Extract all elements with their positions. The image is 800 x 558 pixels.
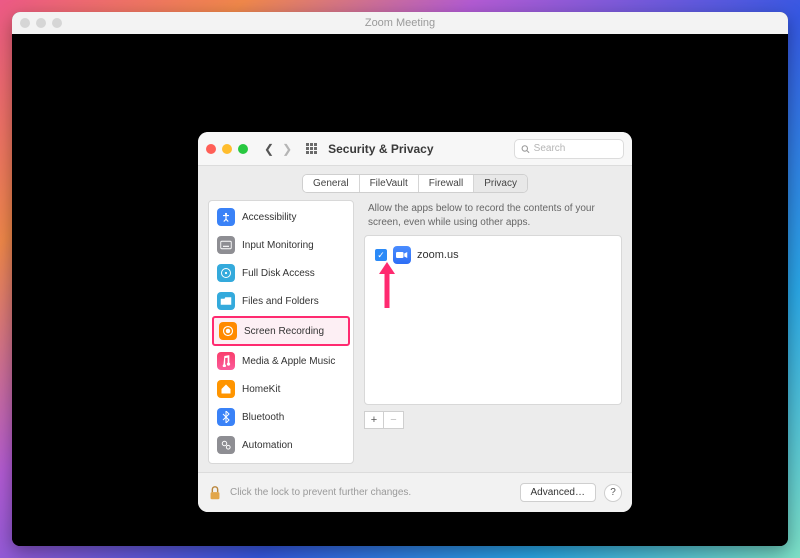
- annotation-arrow-icon: [375, 260, 399, 310]
- help-button[interactable]: ?: [604, 484, 622, 502]
- search-field-wrap[interactable]: [514, 139, 624, 159]
- detail-column: Allow the apps below to record the conte…: [364, 200, 622, 464]
- tabs-row: General FileVault Firewall Privacy: [198, 166, 632, 200]
- record-icon: [219, 322, 237, 340]
- sidebar-item-label: Screen Recording: [244, 326, 324, 337]
- preferences-footer: Click the lock to prevent further change…: [198, 472, 632, 512]
- app-row-zoom[interactable]: ✓ zoom.us: [371, 242, 615, 268]
- sidebar-item-label: HomeKit: [242, 384, 280, 395]
- sidebar-item-input-monitoring[interactable]: Input Monitoring: [209, 231, 353, 259]
- home-icon: [217, 380, 235, 398]
- close-icon[interactable]: [206, 144, 216, 154]
- preferences-window: ❮ ❯ Security & Privacy General FileVau: [198, 132, 632, 512]
- accessibility-icon: [217, 208, 235, 226]
- search-icon: [521, 144, 530, 154]
- sidebar-item-label: Full Disk Access: [242, 268, 315, 279]
- sidebar-item-automation[interactable]: Automation: [209, 431, 353, 459]
- tab-filevault[interactable]: FileVault: [360, 175, 419, 192]
- tab-privacy[interactable]: Privacy: [474, 175, 527, 192]
- add-remove-buttons: + −: [364, 411, 622, 429]
- sidebar-item-label: Automation: [242, 440, 293, 451]
- preferences-title: Security & Privacy: [328, 142, 433, 156]
- folder-icon: [217, 292, 235, 310]
- app-list[interactable]: ✓ zoom.us: [364, 235, 622, 405]
- sidebar-item-label: Bluetooth: [242, 412, 284, 423]
- show-all-icon[interactable]: [304, 142, 318, 156]
- sidebar-item-full-disk-access[interactable]: Full Disk Access: [209, 259, 353, 287]
- zoom-body: ❮ ❯ Security & Privacy General FileVau: [12, 34, 788, 546]
- privacy-sidebar[interactable]: Accessibility Input Monitoring: [208, 200, 354, 464]
- bluetooth-icon: [217, 408, 235, 426]
- disk-icon: [217, 264, 235, 282]
- nav-arrows: ❮ ❯: [262, 140, 294, 158]
- sidebar-item-label: Media & Apple Music: [242, 356, 335, 367]
- music-icon: [217, 352, 235, 370]
- sidebar-item-media-music[interactable]: Media & Apple Music: [209, 347, 353, 375]
- tab-general[interactable]: General: [303, 175, 360, 192]
- lock-text: Click the lock to prevent further change…: [230, 487, 512, 498]
- forward-button[interactable]: ❯: [280, 140, 294, 158]
- preferences-body: Accessibility Input Monitoring: [198, 200, 632, 472]
- sidebar-item-accessibility[interactable]: Accessibility: [209, 203, 353, 231]
- keyboard-icon: [217, 236, 235, 254]
- back-button[interactable]: ❮: [262, 140, 276, 158]
- zoom-icon[interactable]: [238, 144, 248, 154]
- preferences-toolbar: ❮ ❯ Security & Privacy: [198, 132, 632, 166]
- sidebar-item-label: Accessibility: [242, 212, 296, 223]
- description-text: Allow the apps below to record the conte…: [364, 200, 622, 235]
- sidebar-item-label: Files and Folders: [242, 296, 319, 307]
- zoom-titlebar: Zoom Meeting: [12, 12, 788, 34]
- sidebar-item-homekit[interactable]: HomeKit: [209, 375, 353, 403]
- prefs-traffic-lights[interactable]: [206, 144, 248, 154]
- segmented-tabs: General FileVault Firewall Privacy: [302, 174, 528, 193]
- search-input[interactable]: [534, 143, 617, 154]
- lock-icon[interactable]: [208, 485, 222, 501]
- sidebar-item-screen-recording[interactable]: Screen Recording: [212, 316, 350, 346]
- tab-firewall[interactable]: Firewall: [419, 175, 474, 192]
- zoom-window-title: Zoom Meeting: [12, 17, 788, 29]
- gears-icon: [217, 436, 235, 454]
- remove-button[interactable]: −: [384, 411, 404, 429]
- sidebar-item-files-folders[interactable]: Files and Folders: [209, 287, 353, 315]
- minimize-icon[interactable]: [222, 144, 232, 154]
- advanced-button[interactable]: Advanced…: [520, 483, 596, 502]
- add-button[interactable]: +: [364, 411, 384, 429]
- sidebar-item-label: Input Monitoring: [242, 240, 314, 251]
- app-label: zoom.us: [417, 249, 459, 261]
- sidebar-item-bluetooth[interactable]: Bluetooth: [209, 403, 353, 431]
- zoom-window: Zoom Meeting ❮ ❯ Security & Priva: [12, 12, 788, 546]
- sidebar-column: Accessibility Input Monitoring: [208, 200, 354, 464]
